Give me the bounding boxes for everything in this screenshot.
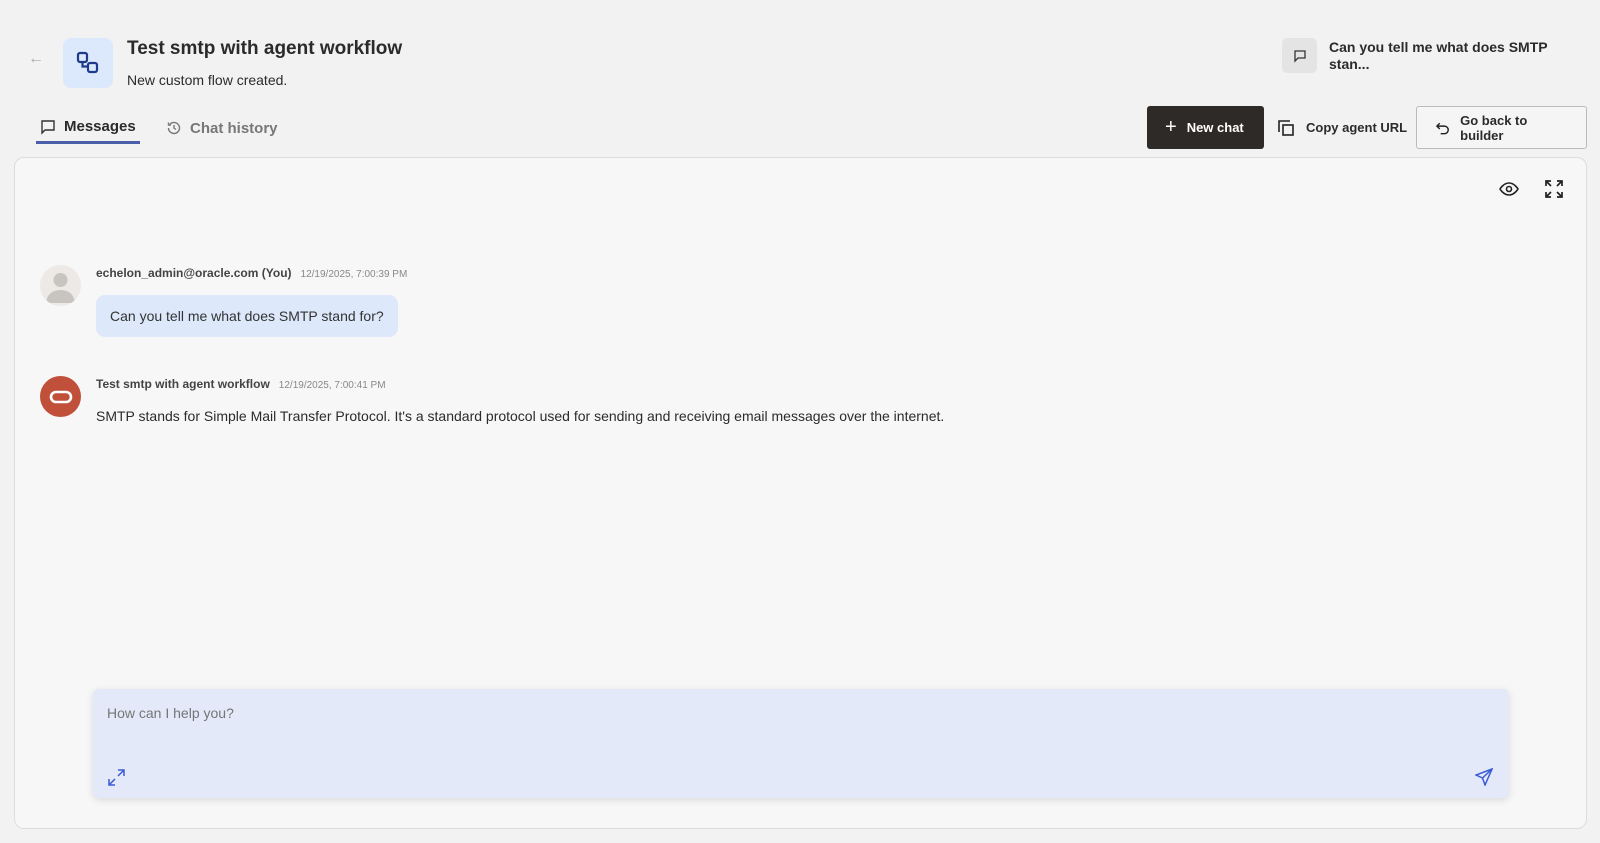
page-title: Test smtp with agent workflow: [127, 38, 403, 59]
eye-icon[interactable]: [1499, 181, 1519, 202]
history-icon: [167, 121, 181, 135]
flow-icon: [63, 38, 113, 88]
message-timestamp: 12/19/2025, 7:00:39 PM: [300, 269, 408, 280]
copy-url-label: Copy agent URL: [1306, 120, 1408, 135]
go-back-to-builder-button[interactable]: Go back to builder: [1416, 106, 1587, 149]
copy-agent-url-button[interactable]: Copy agent URL: [1266, 106, 1417, 149]
recent-chat-title: Can you tell me what does SMTP stan...: [1329, 39, 1548, 72]
message-timestamp: 12/19/2025, 7:00:41 PM: [278, 380, 386, 391]
message-user: [40, 265, 81, 306]
plus-icon: +: [1165, 116, 1177, 138]
copy-icon: [1278, 119, 1294, 136]
tab-chat-history[interactable]: Chat history: [166, 112, 278, 144]
message-icon: [41, 119, 55, 135]
send-icon[interactable]: [1474, 767, 1494, 791]
new-chat-button[interactable]: + New chat: [1147, 106, 1264, 149]
message-author: echelon_admin@oracle.com (You): [96, 266, 292, 280]
message-meta: Test smtp with agent workflow 12/19/2025,…: [96, 377, 386, 391]
chat-input[interactable]: [107, 705, 1487, 721]
oracle-logo-icon: [40, 376, 81, 417]
go-back-label: Go back to builder: [1460, 112, 1528, 143]
fullscreen-icon[interactable]: [1545, 180, 1563, 203]
message-bot: [40, 376, 81, 417]
expand-icon[interactable]: [108, 769, 125, 791]
tab-messages[interactable]: Messages: [36, 112, 140, 144]
user-avatar: [40, 265, 81, 306]
recent-chat[interactable]: Can you tell me what does SMTP stan...: [1282, 38, 1559, 73]
tab-label: Chat history: [190, 119, 278, 137]
tab-label: Messages: [64, 118, 136, 135]
message-author: Test smtp with agent workflow: [96, 377, 270, 391]
message-meta: echelon_admin@oracle.com (You) 12/19/2025…: [96, 266, 407, 280]
chat-input-box: [93, 689, 1509, 798]
bot-message-text: SMTP stands for Simple Mail Transfer Pro…: [96, 408, 945, 424]
new-chat-label: New chat: [1186, 120, 1244, 135]
page-subtitle: New custom flow created.: [127, 72, 288, 88]
user-message-bubble: Can you tell me what does SMTP stand for…: [96, 295, 398, 337]
back-arrow-icon[interactable]: ←: [28, 50, 44, 68]
chat-bubble-icon: [1282, 38, 1317, 73]
undo-icon: [1435, 122, 1449, 134]
